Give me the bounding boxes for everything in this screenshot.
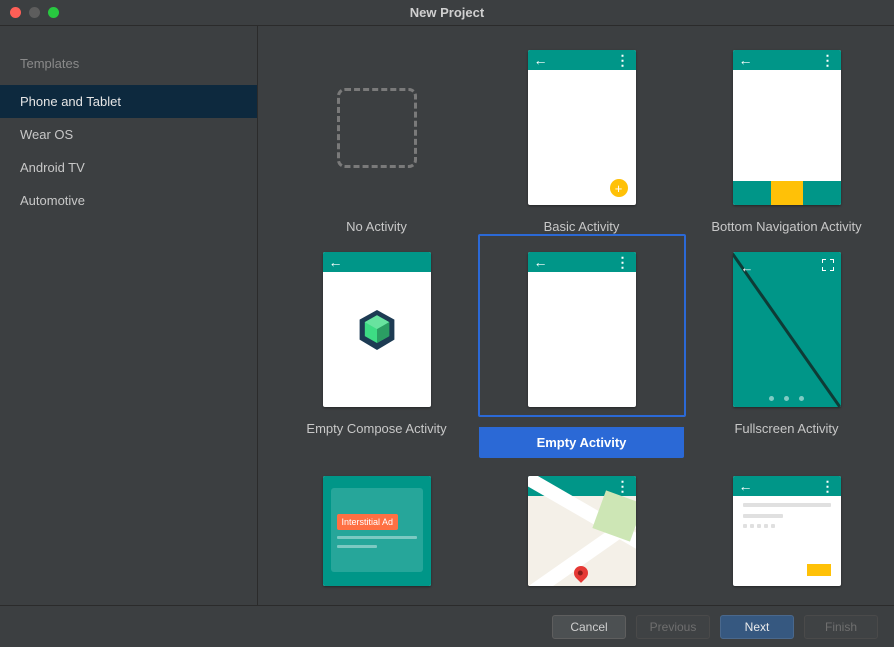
back-arrow-icon: ← bbox=[534, 53, 548, 67]
cancel-button[interactable]: Cancel bbox=[552, 615, 626, 639]
back-arrow-icon: ← bbox=[739, 53, 753, 67]
bottom-nav-preview bbox=[733, 181, 841, 205]
expand-icon bbox=[822, 259, 834, 271]
overflow-menu-icon: ⋮ bbox=[616, 53, 630, 67]
overflow-menu-icon: ⋮ bbox=[616, 479, 630, 493]
template-empty-activity[interactable]: ← ⋮ Empty Activity bbox=[479, 252, 684, 458]
maximize-window-button[interactable] bbox=[48, 7, 59, 18]
template-label: Fullscreen Activity bbox=[684, 407, 889, 436]
sidebar: Templates Phone and Tablet Wear OS Andro… bbox=[0, 26, 258, 605]
footer-buttons: Cancel Previous Next Finish bbox=[0, 605, 894, 647]
appbar-preview: ← ⋮ bbox=[528, 50, 636, 70]
template-basic-activity[interactable]: ← ⋮ + Basic Activity bbox=[479, 50, 684, 234]
compose-logo-icon bbox=[357, 310, 397, 350]
ad-badge: Interstitial Ad bbox=[337, 514, 399, 530]
template-bottom-navigation-activity[interactable]: ← ⋮ Bottom Navigation Activity bbox=[684, 50, 889, 234]
window-controls bbox=[10, 7, 59, 18]
back-arrow-icon: ← bbox=[534, 255, 548, 269]
template-thumbnail: ← ⋮ bbox=[528, 476, 636, 586]
template-label: Empty Compose Activity bbox=[274, 407, 479, 436]
template-empty-compose-activity[interactable]: ← Empty Compose Activity bbox=[274, 252, 479, 458]
pager-dots-icon bbox=[733, 396, 841, 401]
previous-button: Previous bbox=[636, 615, 710, 639]
template-thumbnail: ← bbox=[323, 252, 431, 407]
finish-button: Finish bbox=[804, 615, 878, 639]
action-button-preview bbox=[807, 564, 831, 576]
appbar-preview: ← ⋮ bbox=[733, 476, 841, 496]
template-label: Empty Activity bbox=[479, 427, 684, 458]
back-arrow-icon: ← bbox=[741, 260, 754, 275]
template-label: Basic Activity bbox=[479, 205, 684, 234]
appbar-preview: ← bbox=[323, 252, 431, 272]
titlebar: New Project bbox=[0, 0, 894, 26]
dashed-placeholder-icon bbox=[337, 88, 417, 168]
template-interstitial-ad[interactable]: Interstitial Ad bbox=[274, 476, 479, 586]
fab-icon: + bbox=[610, 179, 628, 197]
sidebar-item-android-tv[interactable]: Android TV bbox=[0, 151, 257, 184]
template-thumbnail: ← ⋮ bbox=[528, 252, 636, 407]
sidebar-item-automotive[interactable]: Automotive bbox=[0, 184, 257, 217]
overflow-menu-icon: ⋮ bbox=[616, 255, 630, 269]
next-button[interactable]: Next bbox=[720, 615, 794, 639]
templates-grid: No Activity ← ⋮ + Basic Activity ← bbox=[274, 50, 878, 586]
template-thumbnail: ← ⋮ bbox=[733, 50, 841, 205]
sidebar-header: Templates bbox=[0, 50, 257, 85]
back-arrow-icon: ← bbox=[329, 255, 343, 269]
window-title: New Project bbox=[0, 5, 894, 20]
template-thumbnail: ← bbox=[733, 252, 841, 407]
appbar-preview: ← ⋮ bbox=[733, 50, 841, 70]
template-master-detail-flow[interactable]: ← ⋮ bbox=[684, 476, 889, 586]
appbar-preview: ← ⋮ bbox=[528, 252, 636, 272]
template-label: Bottom Navigation Activity bbox=[684, 205, 889, 234]
template-no-activity[interactable]: No Activity bbox=[274, 50, 479, 234]
minimize-window-button[interactable] bbox=[29, 7, 40, 18]
back-arrow-icon: ← bbox=[739, 479, 753, 493]
close-window-button[interactable] bbox=[10, 7, 21, 18]
template-fullscreen-activity[interactable]: ← Fullscreen Activity bbox=[684, 252, 889, 458]
template-google-maps-activity[interactable]: ← ⋮ bbox=[479, 476, 684, 586]
overflow-menu-icon: ⋮ bbox=[821, 53, 835, 67]
overflow-menu-icon: ⋮ bbox=[821, 479, 835, 493]
main-area: Templates Phone and Tablet Wear OS Andro… bbox=[0, 26, 894, 605]
template-thumbnail: ← ⋮ bbox=[733, 476, 841, 586]
template-thumbnail: ← ⋮ + bbox=[528, 50, 636, 205]
template-thumbnail: Interstitial Ad bbox=[323, 476, 431, 586]
template-thumbnail bbox=[323, 50, 431, 205]
sidebar-item-wear-os[interactable]: Wear OS bbox=[0, 118, 257, 151]
sidebar-item-phone-and-tablet[interactable]: Phone and Tablet bbox=[0, 85, 257, 118]
template-label: No Activity bbox=[274, 205, 479, 234]
templates-content: No Activity ← ⋮ + Basic Activity ← bbox=[258, 26, 894, 605]
